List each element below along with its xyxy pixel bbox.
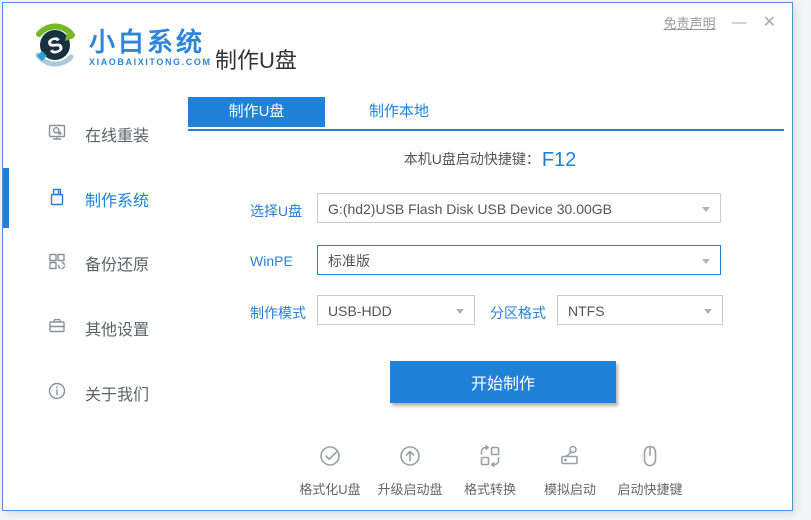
partition-select-dropdown[interactable]: NTFS: [557, 295, 723, 325]
winpe-select-value: 标准版: [328, 253, 370, 269]
sidebar-item-label: 其他设置: [85, 316, 149, 340]
sidebar-item-other-settings[interactable]: 其他设置: [47, 313, 149, 343]
page-title: 制作U盘: [215, 43, 297, 75]
sidebar-item-label: 制作系统: [85, 187, 149, 211]
brand-domain: XIAOBAIXITONG.COM: [89, 58, 212, 67]
check-circle-icon: [317, 456, 343, 473]
sidebar-item-make-system[interactable]: 制作系统: [47, 184, 149, 214]
backup-restore-icon: [47, 251, 67, 276]
sidebar-active-indicator: [3, 168, 9, 228]
boot-hotkey-value: F12: [542, 149, 576, 171]
sidebar-item-online-reinstall[interactable]: 在线重装: [47, 119, 149, 149]
app-window: 免责声明 — ✕ S 小白系统 XIAOBAIXITONG.COM 制作U盘: [2, 2, 793, 511]
arrow-up-circle-icon: [397, 456, 423, 473]
tool-label: 格式转换: [450, 479, 530, 498]
usb-drive-icon: [47, 187, 67, 212]
chevron-down-icon: [456, 309, 464, 314]
winpe-select-label: WinPE: [250, 253, 293, 269]
brand-name: 小白系统: [89, 29, 212, 55]
usb-select-label: 选择U盘: [250, 201, 302, 221]
tabbar: 制作U盘 制作本地: [188, 97, 784, 131]
tool-format-convert[interactable]: 格式转换: [450, 443, 530, 498]
titlebar-controls: 免责声明 — ✕: [664, 13, 776, 32]
tool-upgrade-boot-disk[interactable]: 升级启动盘: [370, 443, 450, 498]
tool-label: 格式化U盘: [290, 479, 370, 498]
tool-label: 升级启动盘: [370, 479, 450, 498]
partition-select-label: 分区格式: [490, 303, 546, 323]
sidebar-item-label: 备份还原: [85, 251, 149, 275]
close-button[interactable]: ✕: [763, 15, 776, 31]
chevron-down-icon: [702, 259, 710, 264]
chevron-down-icon: [702, 207, 710, 212]
app-logo: S 小白系统 XIAOBAIXITONG.COM: [29, 19, 212, 76]
tool-simulate-boot[interactable]: 模拟启动: [530, 443, 610, 498]
tool-format-usb[interactable]: 格式化U盘: [290, 443, 370, 498]
info-icon: [47, 381, 67, 406]
tool-label: 启动快捷键: [610, 479, 690, 498]
stamp-icon: [557, 456, 583, 473]
boot-hotkey-label: 本机U盘启动快捷键：: [404, 151, 540, 167]
start-make-button[interactable]: 开始制作: [390, 361, 616, 403]
tool-label: 模拟启动: [530, 479, 610, 498]
tools-row: 格式化U盘 升级启动盘 格式转换: [188, 443, 792, 498]
mode-select-value: USB-HDD: [328, 303, 392, 319]
usb-select-dropdown[interactable]: G:(hd2)USB Flash Disk USB Device 30.00GB: [317, 193, 721, 223]
mode-select-dropdown[interactable]: USB-HDD: [317, 295, 475, 325]
sidebar-item-label: 关于我们: [85, 381, 149, 405]
winpe-select-dropdown[interactable]: 标准版: [317, 245, 721, 275]
sidebar-item-backup-restore[interactable]: 备份还原: [47, 248, 149, 278]
mode-select-label: 制作模式: [250, 303, 306, 323]
tab-make-local[interactable]: 制作本地: [325, 97, 473, 127]
mouse-icon: [637, 456, 663, 473]
partition-select-value: NTFS: [568, 303, 605, 319]
sidebar-item-about-us[interactable]: 关于我们: [47, 378, 149, 408]
minimize-button[interactable]: —: [732, 15, 747, 30]
tab-make-usb[interactable]: 制作U盘: [188, 97, 325, 127]
briefcase-icon: [47, 316, 67, 341]
format-convert-icon: [477, 456, 503, 473]
logo-swirl-icon: S: [29, 19, 81, 76]
sidebar-item-label: 在线重装: [85, 122, 149, 146]
monitor-reinstall-icon: [47, 122, 67, 147]
disclaimer-link[interactable]: 免责声明: [664, 13, 716, 32]
logo-text: 小白系统 XIAOBAIXITONG.COM: [89, 29, 212, 67]
boot-hotkey-line: 本机U盘启动快捷键：F12: [188, 149, 792, 172]
chevron-down-icon: [704, 309, 712, 314]
usb-select-value: G:(hd2)USB Flash Disk USB Device 30.00GB: [328, 201, 612, 217]
tool-boot-hotkey[interactable]: 启动快捷键: [610, 443, 690, 498]
